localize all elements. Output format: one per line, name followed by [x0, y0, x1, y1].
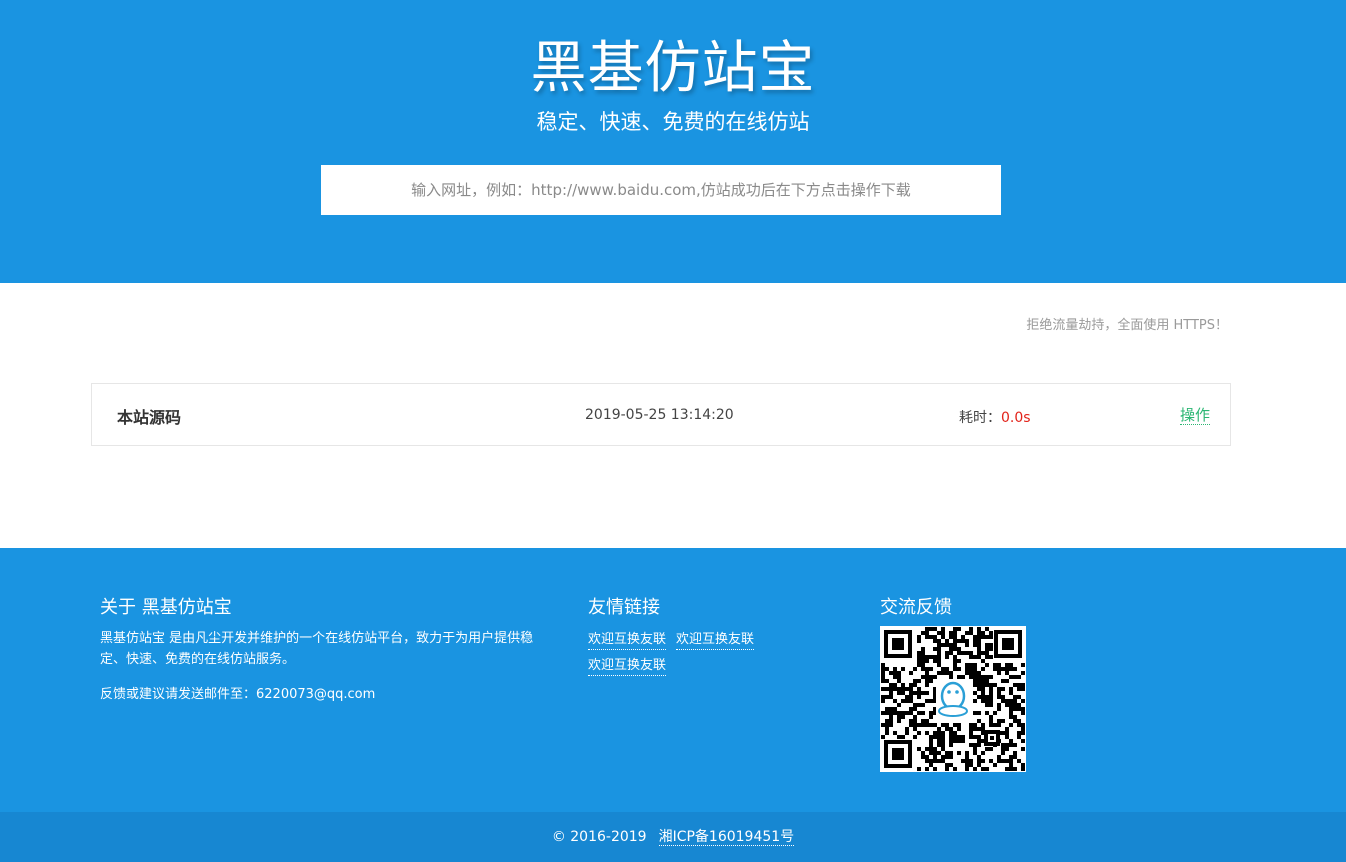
result-row: 本站源码 2019-05-25 13:14:20 耗时：0.0s 操作: [91, 383, 1231, 446]
https-notice: 拒绝流量劫持，全面使用 HTTPS！: [1026, 318, 1228, 333]
icp-link[interactable]: 湘ICP备16019451号: [658, 829, 795, 846]
result-name: 本站源码: [117, 408, 182, 427]
copyright-bar: © 2016-2019 湘ICP备16019451号: [0, 812, 1346, 862]
friend-links: 欢迎互换友联 欢迎互换友联 欢迎互换友联: [588, 628, 818, 680]
result-duration: 耗时：0.0s: [959, 407, 1031, 427]
qq-penguin-icon: [936, 680, 970, 718]
footer: 关于 黑基仿站宝 黑基仿站宝 是由凡尘开发并维护的一个在线仿站平台，致力于为用户…: [0, 548, 1346, 812]
contact-title: 交流反馈: [880, 597, 952, 618]
hero-banner: 黑基仿站宝 稳定、快速、免费的在线仿站: [0, 0, 1346, 283]
duration-value: 0.0s: [1001, 410, 1031, 426]
site-title: 黑基仿站宝: [530, 36, 816, 101]
copyright-text: © 2016-2019: [551, 829, 647, 845]
friend-link[interactable]: 欢迎互换友联: [588, 631, 667, 650]
feedback-email: 反馈或建议请发送邮件至：6220073@qq.com: [100, 687, 376, 702]
qr-code-graphic: [880, 626, 1026, 772]
url-input[interactable]: [321, 165, 1001, 215]
about-text: 黑基仿站宝 是由凡尘开发并维护的一个在线仿站平台，致力于为用户提供稳定、快速、免…: [100, 631, 534, 667]
about-title: 关于 黑基仿站宝: [100, 597, 232, 618]
result-timestamp: 2019-05-25 13:14:20: [585, 407, 734, 423]
action-link[interactable]: 操作: [1179, 406, 1210, 425]
duration-label: 耗时：: [959, 410, 1001, 426]
links-title: 友情链接: [588, 597, 660, 618]
site-subtitle: 稳定、快速、免费的在线仿站: [536, 110, 810, 134]
qq-qr-code-icon: [880, 626, 1026, 772]
friend-link[interactable]: 欢迎互换友联: [588, 657, 667, 676]
friend-link[interactable]: 欢迎互换友联: [676, 631, 755, 650]
